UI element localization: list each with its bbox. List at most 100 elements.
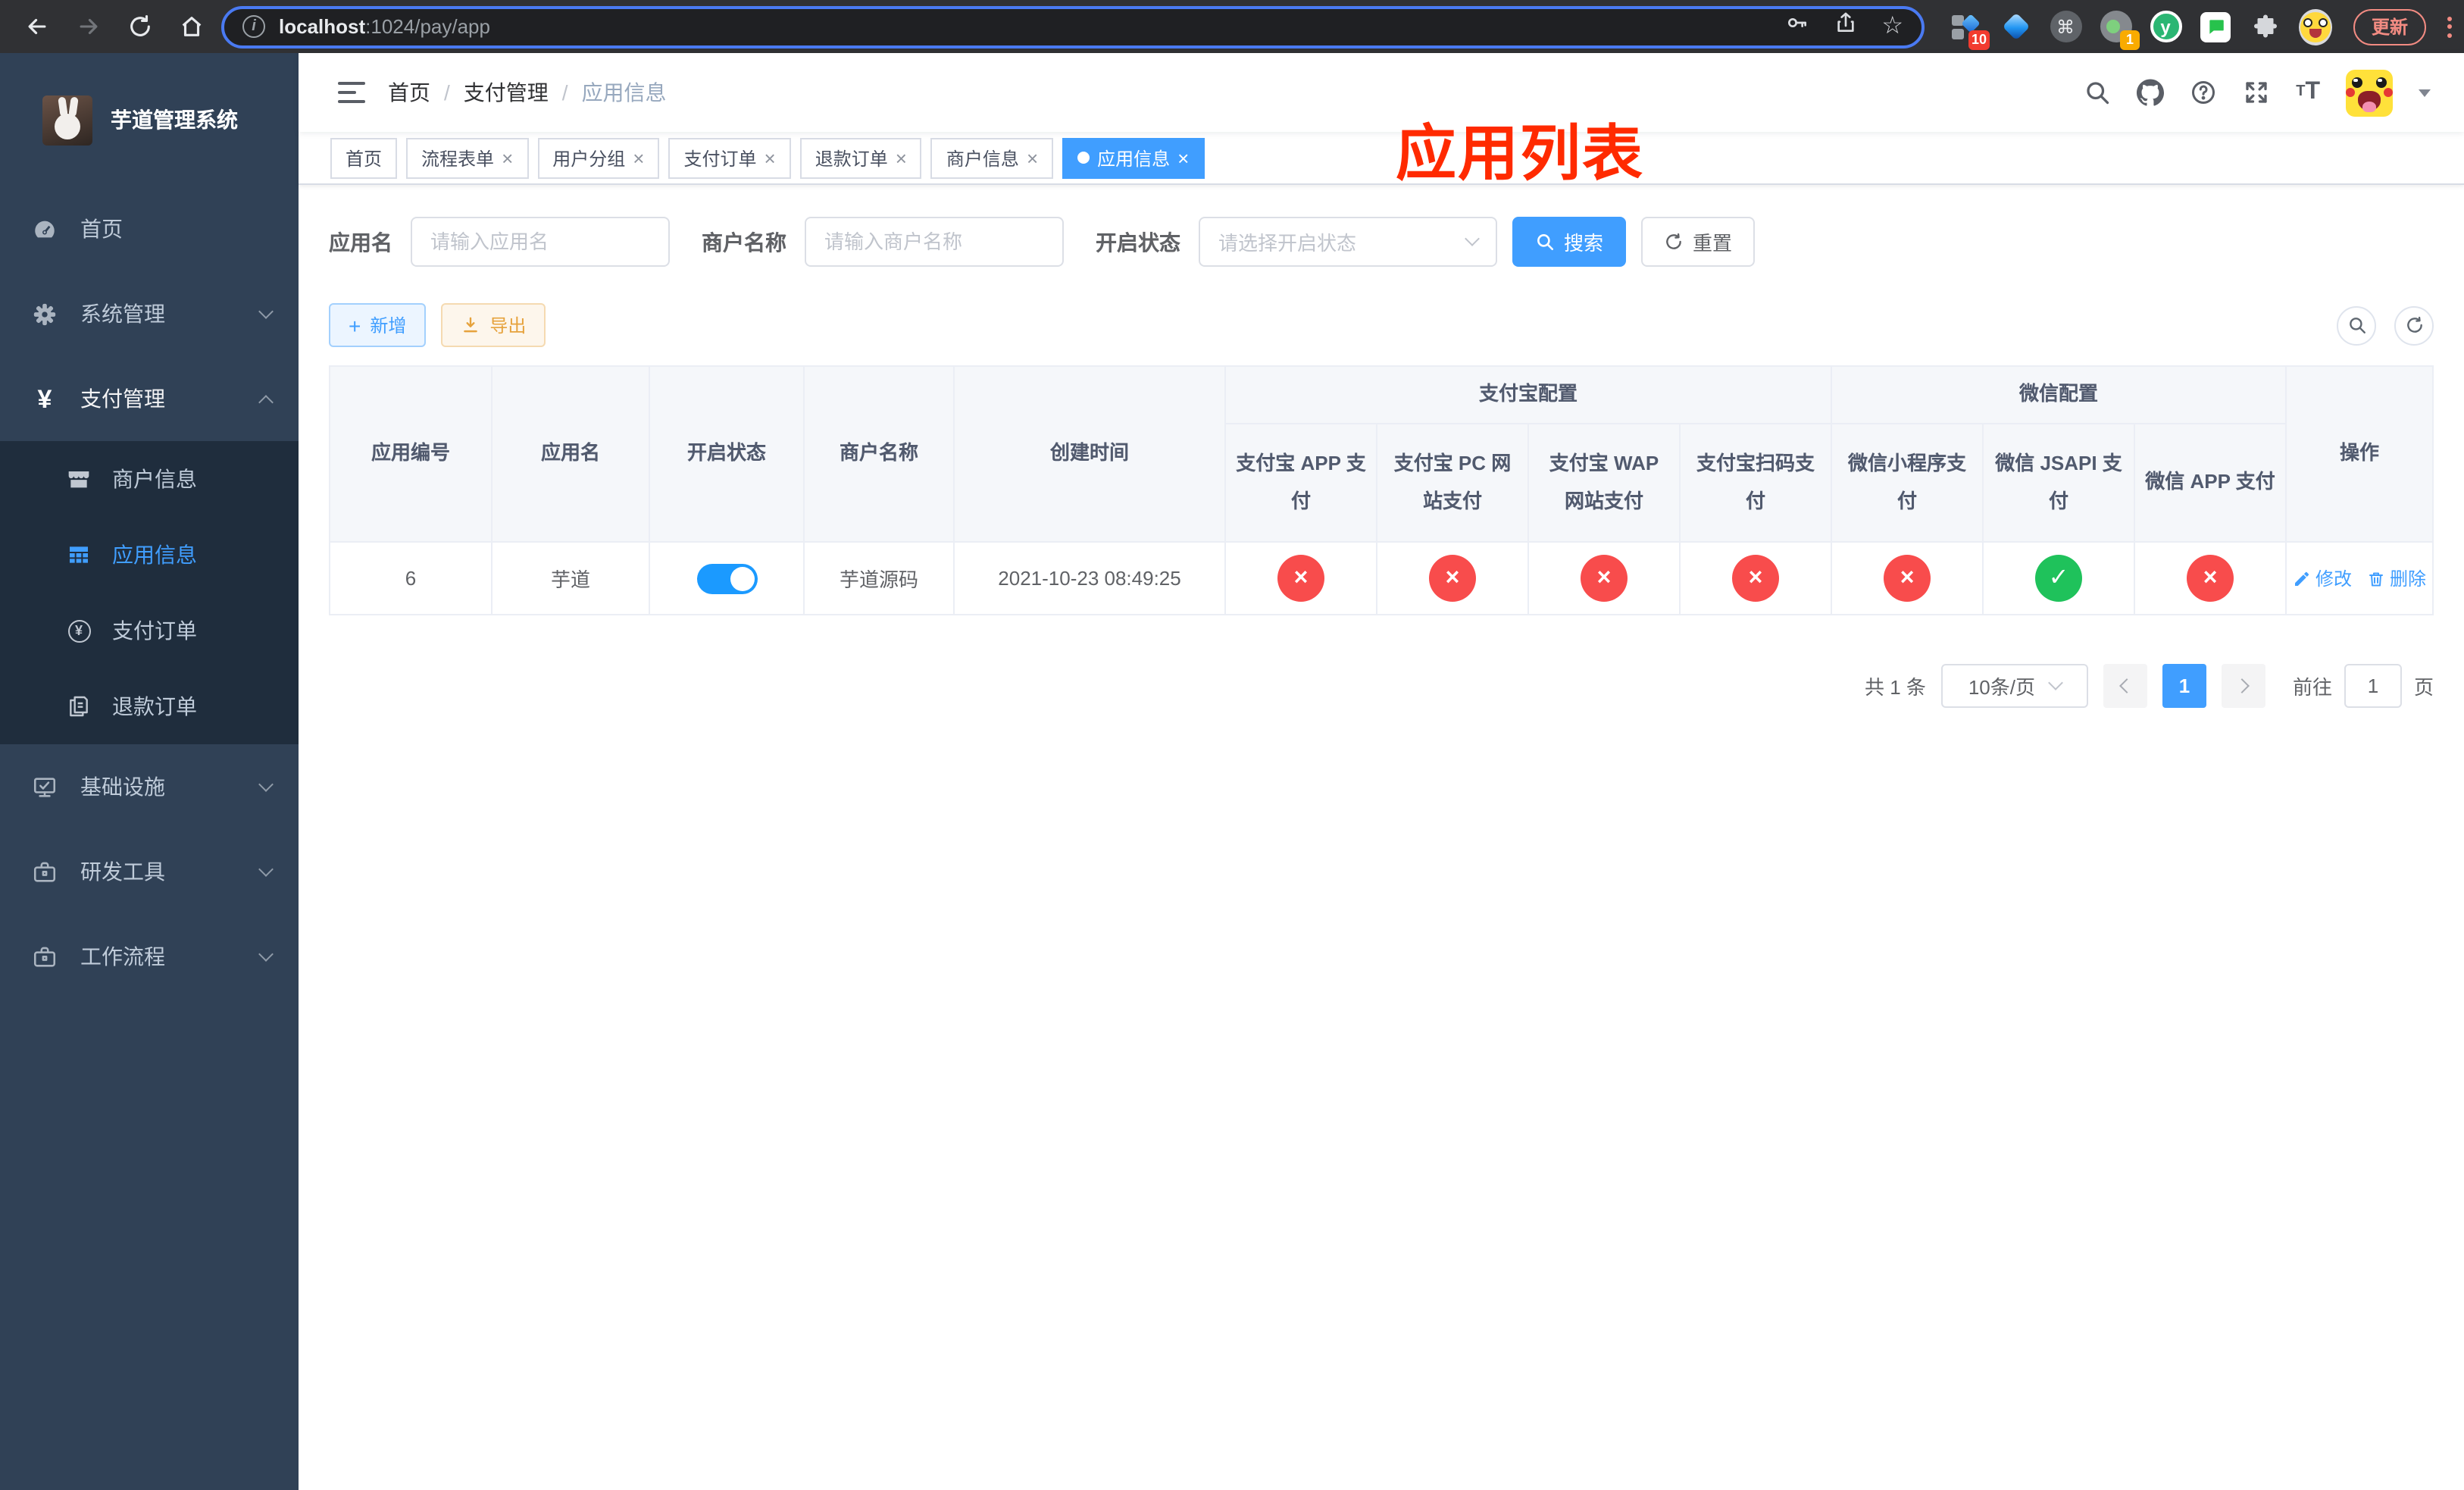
extension-command-icon[interactable]: ⌘ <box>2049 10 2082 43</box>
browser-update-button[interactable]: 更新 <box>2353 8 2427 45</box>
close-icon[interactable]: × <box>765 148 776 167</box>
group-alipay-config: 支付宝配置 <box>1224 365 1833 424</box>
bookmark-star-icon[interactable]: ☆ <box>1881 14 1903 39</box>
close-icon[interactable]: × <box>1027 148 1038 167</box>
sidebar-item-home[interactable]: 首页 <box>0 186 299 271</box>
active-dot <box>1077 152 1090 164</box>
status-icon: × <box>1429 555 1476 602</box>
search-icon[interactable] <box>2084 79 2111 106</box>
extension-kite-icon[interactable] <box>1999 10 2032 43</box>
extension-chat-icon[interactable] <box>2199 10 2232 43</box>
sidebar-item-pay-orders[interactable]: ¥ 支付订单 <box>0 593 299 668</box>
extension-proxy-icon[interactable]: 1 <box>2099 10 2140 49</box>
col-alipay-wap: 支付宝 WAP 网站支付 <box>1527 423 1681 543</box>
documents-icon <box>67 694 91 718</box>
yen-icon: ¥ <box>37 384 52 413</box>
next-page-button[interactable] <box>2221 664 2265 708</box>
tag-merchant-info[interactable]: 商户信息 × <box>930 137 1054 178</box>
goto-page-input[interactable] <box>2344 664 2402 708</box>
sidebar-item-label: 支付管理 <box>80 387 165 411</box>
address-bar[interactable]: i localhost:1024/pay/app ☆ <box>221 5 1925 48</box>
toggle-search-button[interactable] <box>2337 305 2376 345</box>
help-icon[interactable] <box>2190 79 2217 106</box>
close-icon[interactable]: × <box>1177 148 1189 167</box>
cell-app-id: 6 <box>329 541 492 615</box>
app-name-input[interactable] <box>411 217 670 267</box>
prev-page-button[interactable] <box>2103 664 2147 708</box>
reload-button[interactable] <box>118 5 161 48</box>
tag-app-info[interactable]: 应用信息 × <box>1062 137 1205 178</box>
sidebar-collapse-icon[interactable] <box>299 81 388 104</box>
add-button[interactable]: + 新增 <box>329 303 427 347</box>
sidebar-item-dev-tools[interactable]: 研发工具 <box>0 829 299 914</box>
col-wechat-mini: 微信小程序支付 <box>1831 423 1984 543</box>
sidebar-item-merchant-info[interactable]: 商户信息 <box>0 441 299 517</box>
payment-submenu: 商户信息 应用信息 ¥ 支付订单 退款订单 <box>0 441 299 744</box>
sidebar-item-payment[interactable]: ¥ 支付管理 <box>0 356 299 441</box>
tag-user-group[interactable]: 用户分组 × <box>537 137 660 178</box>
col-wechat-jsapi: 微信 JSAPI 支付 <box>1982 423 2136 543</box>
app-logo[interactable]: 芋道管理系统 <box>0 53 299 186</box>
status-icon: × <box>2187 555 2234 602</box>
extension-y-icon[interactable]: y <box>2149 10 2182 43</box>
logo-rabbit-image <box>42 95 92 145</box>
delete-button[interactable]: 删除 <box>2367 565 2426 591</box>
page-number-button[interactable]: 1 <box>2162 664 2206 708</box>
cell-alipay-qr-status: × <box>1678 541 1833 615</box>
back-button[interactable] <box>15 5 58 48</box>
goto-label: 前往 <box>2292 676 2332 699</box>
search-button[interactable]: 搜索 <box>1512 217 1627 267</box>
briefcase-icon <box>32 944 58 969</box>
sidebar-item-refund-orders[interactable]: 退款订单 <box>0 668 299 744</box>
tag-pay-orders[interactable]: 支付订单 × <box>668 137 791 178</box>
fullscreen-icon[interactable] <box>2243 79 2270 106</box>
github-icon[interactable] <box>2137 79 2165 106</box>
status-select[interactable]: 请选择开启状态 <box>1199 217 1497 267</box>
total-count: 共 1 条 <box>1865 676 1926 699</box>
sidebar-item-workflow[interactable]: 工作流程 <box>0 914 299 999</box>
avatar-caret-icon[interactable] <box>2419 89 2431 96</box>
extensions-menu-icon[interactable] <box>2249 10 2282 43</box>
status-icon: × <box>1581 555 1628 602</box>
merchant-name-input[interactable] <box>805 217 1064 267</box>
breadcrumb-payment[interactable]: 支付管理 <box>464 77 549 108</box>
forward-button[interactable] <box>67 5 109 48</box>
chevron-up-icon <box>258 394 274 409</box>
sidebar-item-system[interactable]: 系统管理 <box>0 271 299 356</box>
close-icon[interactable]: × <box>633 148 644 167</box>
home-button[interactable] <box>170 5 212 48</box>
enabled-switch[interactable] <box>696 563 757 593</box>
cell-wechat-mini-status: × <box>1831 541 1984 615</box>
sidebar-item-app-info[interactable]: 应用信息 <box>0 517 299 593</box>
col-alipay-pc: 支付宝 PC 网站支付 <box>1376 423 1529 543</box>
tag-refund-orders[interactable]: 退款订单 × <box>799 137 922 178</box>
browser-profile-avatar[interactable] <box>2299 8 2332 45</box>
extension-blocks-icon[interactable]: 10 <box>1949 10 1990 49</box>
yen-circle-icon: ¥ <box>67 618 91 643</box>
share-icon[interactable] <box>1833 11 1857 42</box>
font-size-icon[interactable]: TT <box>2296 80 2320 105</box>
sidebar-item-infrastructure[interactable]: 基础设施 <box>0 744 299 829</box>
page-size-select[interactable]: 10条/页 <box>1940 664 2088 708</box>
tag-process-form[interactable]: 流程表单 × <box>406 137 529 178</box>
tag-home[interactable]: 首页 <box>330 137 398 178</box>
app-title: 芋道管理系统 <box>111 108 238 132</box>
pagination: 共 1 条 10条/页 1 前往 页 <box>329 664 2434 708</box>
chevron-down-icon <box>1465 231 1480 246</box>
refresh-button[interactable] <box>2394 305 2434 345</box>
plus-icon: + <box>349 313 361 337</box>
close-icon[interactable]: × <box>896 148 907 167</box>
password-key-icon[interactable] <box>1784 11 1809 42</box>
browser-menu-icon[interactable] <box>2447 16 2453 37</box>
sidebar-item-label: 工作流程 <box>80 944 165 969</box>
close-icon[interactable]: × <box>502 148 513 167</box>
edit-button[interactable]: 修改 <box>2293 565 2352 591</box>
reset-button[interactable]: 重置 <box>1641 217 1756 267</box>
export-button[interactable]: 导出 <box>441 303 546 347</box>
sidebar-item-label: 商户信息 <box>112 467 197 491</box>
col-app-name: 应用名 <box>491 365 650 543</box>
user-avatar[interactable] <box>2346 69 2393 116</box>
tags-view-bar: 首页 流程表单 × 用户分组 × 支付订单 × 退款订单 × 商户信息 × 应用信息 × <box>299 132 2464 185</box>
site-info-icon[interactable]: i <box>242 15 265 38</box>
breadcrumb-home[interactable]: 首页 <box>388 77 430 108</box>
